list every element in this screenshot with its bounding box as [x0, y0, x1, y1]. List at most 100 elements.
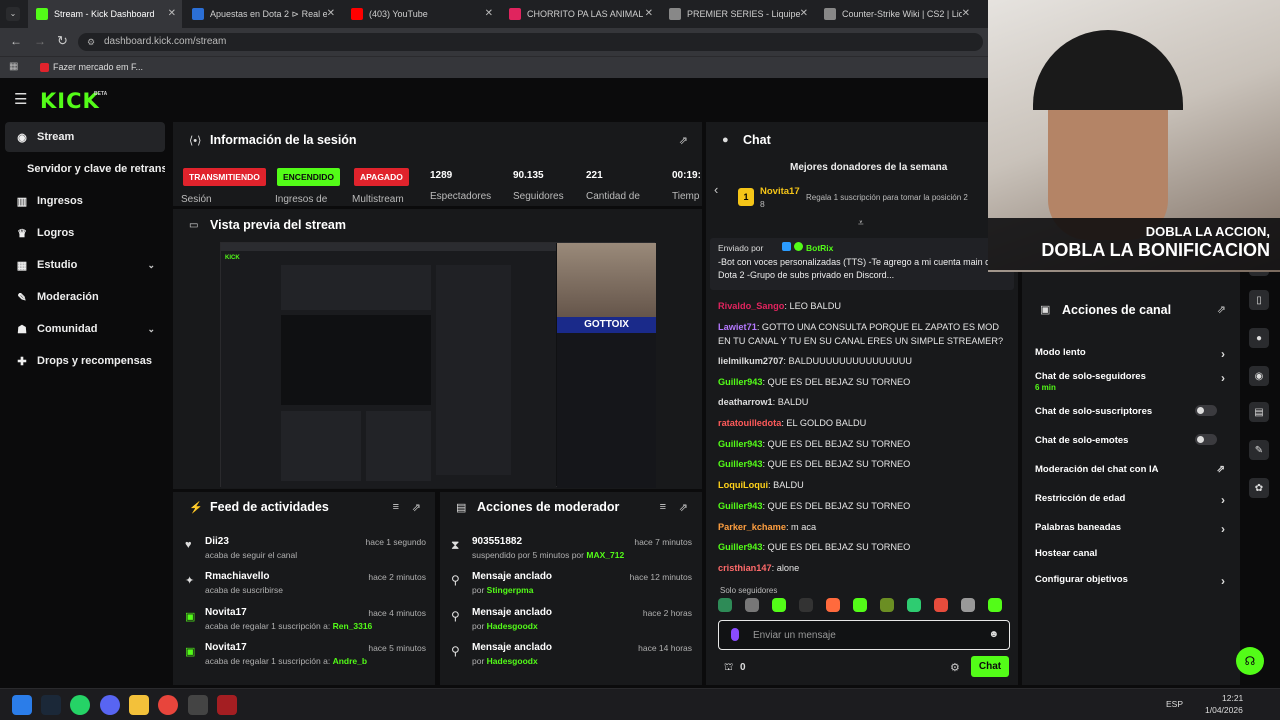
collapse-icon[interactable]: ⩡ — [858, 218, 864, 229]
site-settings-icon[interactable]: ⚙ — [87, 33, 95, 51]
popout-icon[interactable]: ⇗ — [679, 501, 688, 514]
emote-icon[interactable] — [880, 598, 894, 612]
reload-icon[interactable]: ↻ — [57, 33, 68, 49]
palette-icon[interactable]: ✿ — [1249, 478, 1269, 498]
sidebar-item[interactable]: ✎ Moderación — [5, 282, 165, 312]
kick-logo[interactable]: KICK — [40, 89, 100, 113]
document-icon[interactable]: ▯ — [1249, 290, 1269, 310]
tab-close-icon[interactable]: ✕ — [645, 8, 653, 19]
chat-input[interactable]: Enviar un mensaje ☻ — [718, 620, 1010, 650]
wrench-icon[interactable]: ✎ — [1249, 440, 1269, 460]
obs-icon[interactable] — [188, 695, 208, 715]
channel-action-row[interactable]: Hostear canal — [1035, 548, 1225, 562]
whatsapp-icon[interactable] — [70, 695, 90, 715]
popout-icon[interactable]: ⇗ — [412, 501, 421, 514]
clock-time[interactable]: 12:21 — [1222, 693, 1243, 703]
chat-username[interactable]: LoquiLoqui — [718, 480, 768, 490]
chevron-right-icon[interactable]: › — [1221, 493, 1225, 507]
channel-action-row[interactable]: Configurar objetivos › — [1035, 574, 1225, 588]
chat-username[interactable]: Guiller943 — [718, 459, 762, 469]
popout-icon[interactable]: ⇗ — [1217, 303, 1226, 316]
emote-icon[interactable] — [745, 598, 759, 612]
channel-action-row[interactable]: Restricción de edad › — [1035, 493, 1225, 507]
chat-username[interactable]: Guiller943 — [718, 439, 762, 449]
url-field[interactable]: ⚙ dashboard.kick.com/stream — [78, 33, 983, 51]
sidebar-item[interactable]: ♛ Logros — [5, 218, 165, 248]
browser-tab[interactable]: Apuestas en Dota 2 ⊳ Real eSp ✕ — [184, 0, 341, 28]
chat-username[interactable]: Guiller943 — [718, 542, 762, 552]
feed-name[interactable]: Dii23 — [205, 536, 229, 547]
mod-action-name[interactable]: Mensaje anclado — [472, 642, 552, 653]
emote-icon[interactable] — [961, 598, 975, 612]
emote-icon[interactable] — [907, 598, 921, 612]
video-icon[interactable]: ▤ — [1249, 402, 1269, 422]
donor-name[interactable]: Novita17 — [760, 186, 800, 197]
apps-grid-icon[interactable]: ▦ — [9, 61, 18, 72]
popout-icon[interactable]: ⇗ — [679, 134, 688, 147]
chat-settings-icon[interactable]: ⚙ — [950, 661, 960, 674]
emote-icon[interactable] — [853, 598, 867, 612]
file-explorer-icon[interactable] — [129, 695, 149, 715]
tab-close-icon[interactable]: ✕ — [327, 8, 335, 19]
stream-preview-video[interactable]: KICK GOTTOIX — [220, 242, 656, 488]
channel-action-row[interactable]: Moderación del chat con IA ⇗ — [1035, 464, 1225, 478]
chevron-right-icon[interactable]: › — [1221, 347, 1225, 361]
feed-target[interactable]: Ren_3316 — [333, 621, 373, 631]
browser-tab[interactable]: CHORRITO PA LAS ANIMAL ✕ — [501, 0, 659, 28]
points-icon[interactable]: ⛫ — [724, 662, 733, 675]
tab-close-icon[interactable]: ✕ — [800, 8, 808, 19]
windows-start-icon[interactable] — [12, 695, 32, 715]
browser-tab[interactable]: Stream - Kick Dashboard ✕ — [28, 0, 182, 28]
emoji-icon[interactable]: ☻ — [988, 629, 999, 640]
tab-close-icon[interactable]: ✕ — [168, 8, 176, 19]
chat-username[interactable]: cristhian147 — [718, 563, 772, 573]
menu-icon[interactable]: ☰ — [14, 90, 27, 108]
support-headset-icon[interactable]: ☊ — [1236, 647, 1264, 675]
feed-name[interactable]: Novita17 — [205, 642, 247, 653]
steam-icon[interactable] — [41, 695, 61, 715]
chat-username[interactable]: Parker_kchame — [718, 522, 786, 532]
tab-search-icon[interactable]: ⌄ — [6, 7, 20, 21]
sidebar-item[interactable]: ✚ Drops y recompensas — [5, 346, 165, 376]
feed-target[interactable]: Andre_b — [333, 656, 367, 666]
chevron-down-icon[interactable]: ⌄ — [147, 324, 155, 335]
bookmark-link[interactable]: Fazer mercado em F... — [53, 62, 143, 72]
chevron-right-icon[interactable]: › — [1221, 574, 1225, 588]
chat-username[interactable]: Guiller943 — [718, 377, 762, 387]
pinned-by-user[interactable]: BotRix — [806, 243, 833, 253]
channel-action-row[interactable]: Chat de solo-emotes — [1035, 434, 1225, 449]
emote-icon[interactable] — [799, 598, 813, 612]
sidebar-item[interactable]: ☗ Comunidad ⌄ — [5, 314, 165, 344]
mod-action-name[interactable]: Mensaje anclado — [472, 607, 552, 618]
sidebar-item[interactable]: ▥ Ingresos — [5, 186, 165, 216]
sidebar-item[interactable]: ◉ Stream — [5, 122, 165, 152]
emote-icon[interactable] — [988, 598, 1002, 612]
mic-icon[interactable] — [731, 628, 739, 641]
chat-username[interactable]: deatharrow1 — [718, 397, 773, 407]
donors-prev-icon[interactable]: ‹ — [714, 182, 718, 197]
toggle-switch[interactable] — [1195, 434, 1217, 445]
channel-action-row[interactable]: Palabras baneadas › — [1035, 522, 1225, 536]
chat-username[interactable]: lielmilkum2707 — [718, 356, 783, 366]
chrome-icon[interactable] — [158, 695, 178, 715]
tab-close-icon[interactable]: ✕ — [485, 8, 493, 19]
dota-icon[interactable] — [217, 695, 237, 715]
emote-icon[interactable] — [718, 598, 732, 612]
mod-by[interactable]: Stingerpma — [487, 585, 534, 595]
filter-icon[interactable]: ≡ — [393, 501, 399, 513]
broadcast-icon[interactable]: ◉ — [1249, 366, 1269, 386]
language-indicator[interactable]: ESP — [1166, 699, 1183, 709]
channel-action-row[interactable]: Modo lento › — [1035, 347, 1225, 361]
channel-action-row[interactable]: Chat de solo-seguidores 6 min › — [1035, 371, 1225, 392]
mod-by[interactable]: Hadesgoodx — [487, 621, 538, 631]
mod-by[interactable]: Hadesgoodx — [487, 656, 538, 666]
feed-name[interactable]: Rmachiavello — [205, 571, 269, 582]
back-icon[interactable]: ← — [10, 34, 22, 48]
browser-tab[interactable]: PREMIER SERIES - Liquipedia D✕ — [661, 0, 814, 28]
feed-name[interactable]: Novita17 — [205, 607, 247, 618]
sidebar-item[interactable]: Servidor y clave de retransmisión — [5, 154, 165, 184]
emote-icon[interactable] — [934, 598, 948, 612]
clock-date[interactable]: 1/04/2026 — [1205, 705, 1243, 715]
browser-tab[interactable]: (403) YouTube ✕ — [343, 0, 499, 28]
toggle-switch[interactable] — [1195, 405, 1217, 416]
